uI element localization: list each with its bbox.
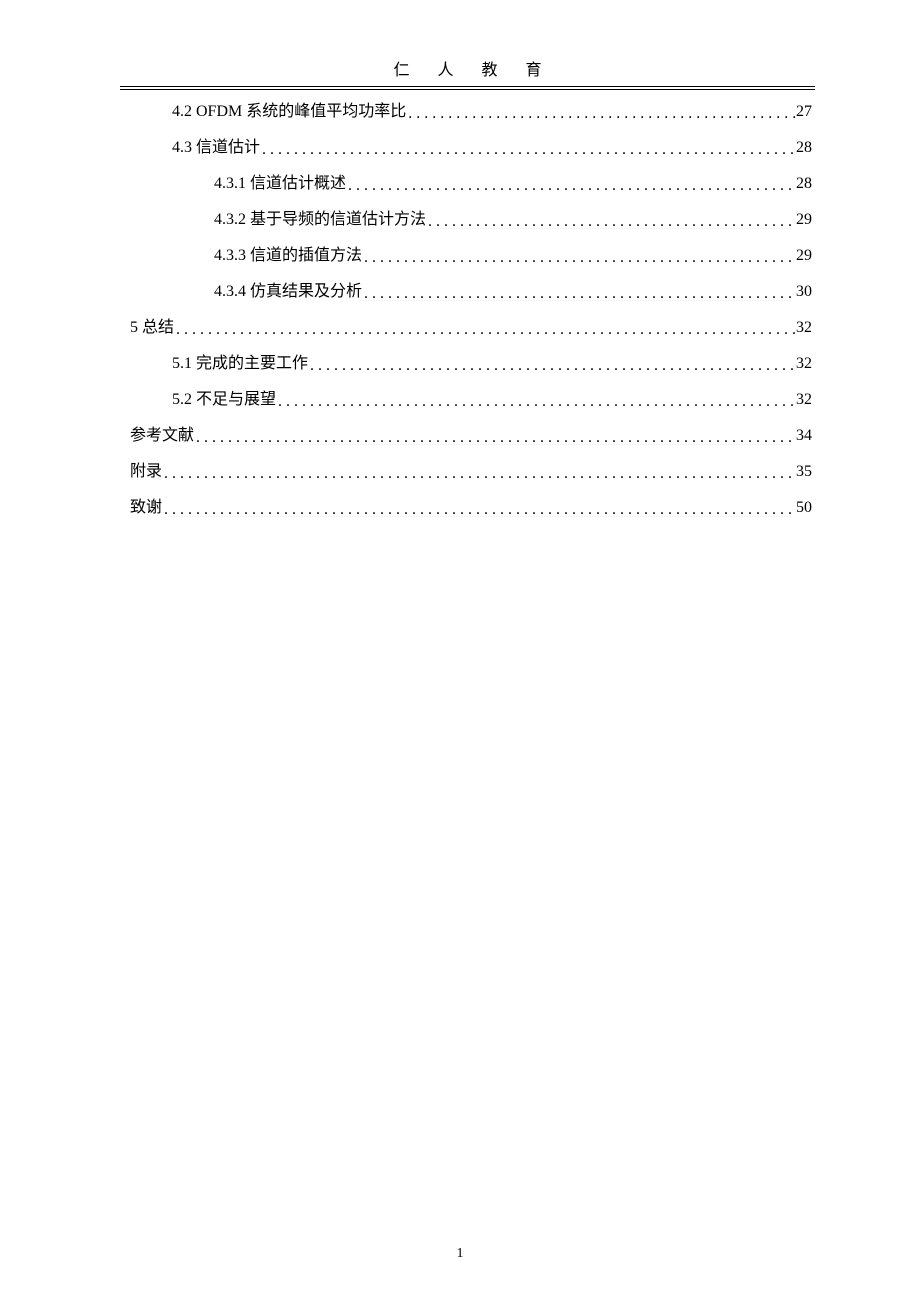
header-title: 仁 人 教 育 [120, 56, 815, 80]
toc-leader-dots [362, 286, 796, 302]
toc-entry-label: 4.3.1 信道估计概述 [214, 176, 346, 192]
toc-entry-label: 4.3.3 信道的插值方法 [214, 248, 362, 264]
toc-entry-page: 28 [796, 176, 812, 192]
toc-entry-label: 参考文献 [130, 428, 194, 444]
toc-entry-label: 5.1 完成的主要工作 [172, 356, 308, 372]
toc-leader-dots [308, 358, 796, 374]
toc-entry-page: 50 [796, 500, 812, 516]
toc-entry-page: 32 [796, 356, 812, 372]
header-rule [120, 86, 815, 90]
toc-leader-dots [260, 142, 796, 158]
footer-page-number: 1 [0, 1246, 920, 1262]
toc-entry-label: 5 总结 [130, 320, 174, 336]
toc-entry: 参考文献 34 [130, 428, 812, 444]
toc-entry: 5.1 完成的主要工作 32 [130, 356, 812, 372]
toc-leader-dots [162, 466, 796, 482]
toc-entry-page: 35 [796, 464, 812, 480]
toc-entry: 4.3 信道估计 28 [130, 140, 812, 156]
toc-entry-label: 4.3.2 基于导频的信道估计方法 [214, 212, 426, 228]
toc-entry-page: 28 [796, 140, 812, 156]
toc-leader-dots [346, 178, 796, 194]
toc-leader-dots [362, 250, 796, 266]
page-header: 仁 人 教 育 [120, 56, 815, 90]
toc-leader-dots [426, 214, 796, 230]
toc-entry: 4.3.1 信道估计概述 28 [130, 176, 812, 192]
toc-entry-page: 29 [796, 248, 812, 264]
toc-leader-dots [194, 430, 796, 446]
toc-entry: 附录 35 [130, 464, 812, 480]
toc-entry-label: 致谢 [130, 500, 162, 516]
toc-entry: 4.3.4 仿真结果及分析 30 [130, 284, 812, 300]
toc-entry: 4.3.3 信道的插值方法 29 [130, 248, 812, 264]
toc-entry-label: 4.3 信道估计 [172, 140, 260, 156]
toc-entry: 5.2 不足与展望 32 [130, 392, 812, 408]
toc-leader-dots [276, 394, 796, 410]
toc-entry: 5 总结 32 [130, 320, 812, 336]
toc-entry-label: 附录 [130, 464, 162, 480]
toc-entry: 4.2 OFDM 系统的峰值平均功率比 27 [130, 104, 812, 120]
toc-entry-label: 5.2 不足与展望 [172, 392, 276, 408]
toc-entry-label: 4.2 OFDM 系统的峰值平均功率比 [172, 104, 406, 120]
table-of-contents: 4.2 OFDM 系统的峰值平均功率比274.3 信道估计284.3.1 信道估… [130, 104, 812, 536]
document-page: 仁 人 教 育 4.2 OFDM 系统的峰值平均功率比274.3 信道估计284… [0, 0, 920, 1302]
toc-entry-page: 32 [796, 392, 812, 408]
toc-leader-dots [406, 106, 796, 122]
toc-entry-page: 32 [796, 320, 812, 336]
toc-entry: 4.3.2 基于导频的信道估计方法 29 [130, 212, 812, 228]
toc-entry-page: 27 [796, 104, 812, 120]
toc-entry-page: 34 [796, 428, 812, 444]
toc-entry-page: 29 [796, 212, 812, 228]
toc-leader-dots [174, 322, 796, 338]
toc-entry-label: 4.3.4 仿真结果及分析 [214, 284, 362, 300]
toc-leader-dots [162, 502, 796, 518]
toc-entry: 致谢 50 [130, 500, 812, 516]
toc-entry-page: 30 [796, 284, 812, 300]
